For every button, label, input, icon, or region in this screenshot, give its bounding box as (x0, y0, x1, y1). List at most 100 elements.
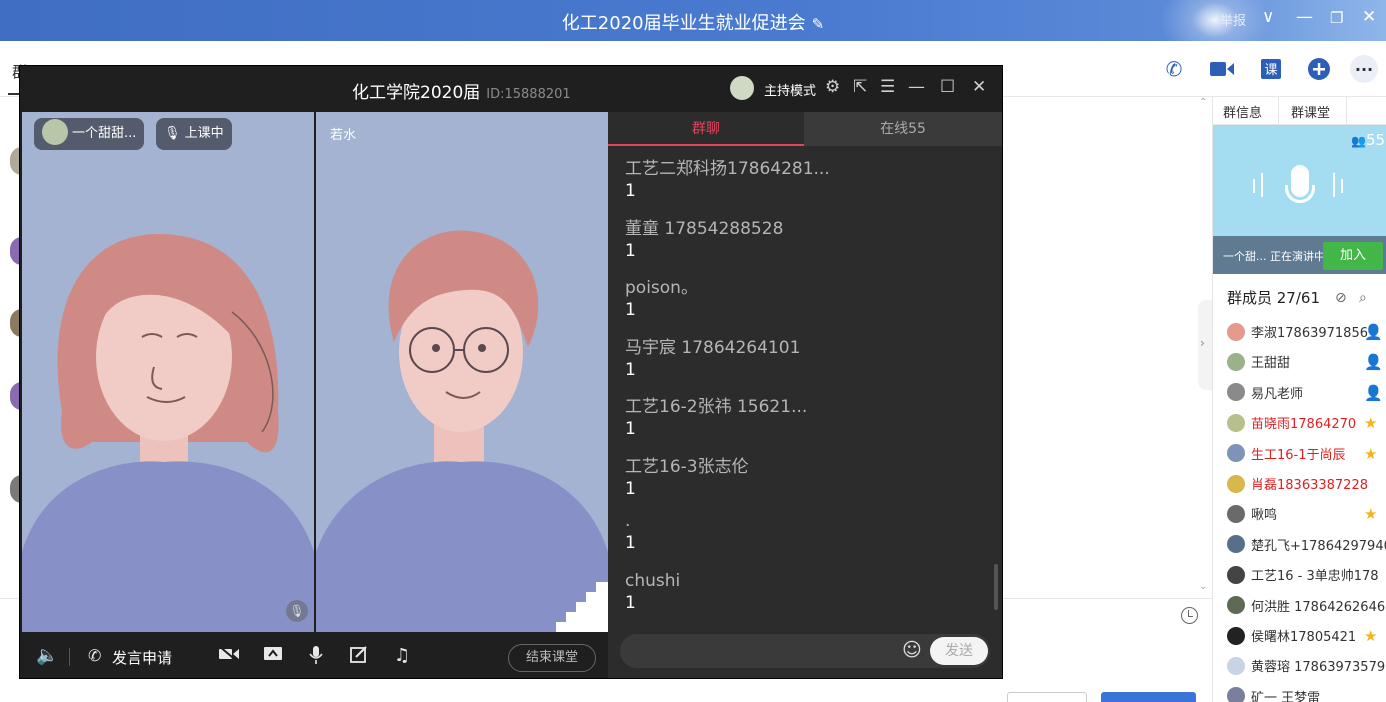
minimize-icon[interactable]: — (908, 77, 925, 97)
chat-text: 1 (625, 419, 636, 439)
member-list-item[interactable]: 黄蓉瑢 17863973579 (1227, 656, 1386, 678)
add-app-icon[interactable] (1305, 55, 1333, 83)
right-panel-tabs: 群信息 群课堂 (1213, 97, 1386, 125)
video-call-icon[interactable] (1208, 55, 1236, 83)
close-button[interactable] (1007, 692, 1087, 702)
classroom-name: 化工学院2020届 ID:15888201 (352, 78, 571, 103)
avatar (42, 119, 68, 145)
host-mode-label[interactable]: 主持模式 (764, 80, 816, 99)
presenter-name-pill: 一个甜甜... (34, 118, 145, 150)
chevron-right-icon: › (1200, 336, 1205, 350)
classroom-window: 化工学院2020届 ID:15888201 主持模式 ⚙ ⇱ ☰ — ☐ ✕ 一个… (19, 65, 1003, 679)
chat-sender: 工艺16-2张祎 15621... (625, 397, 808, 417)
classroom-chat-panel: 群聊 在线55 工艺二郑科扬17864281... 1 董童 17854288528… (608, 112, 1002, 678)
join-button[interactable]: 加入 (1323, 242, 1383, 270)
maximize-icon[interactable]: ☐ (940, 77, 955, 97)
member-list-item[interactable]: 肖磊18363387228 (1227, 474, 1386, 496)
chat-text: 1 (625, 478, 636, 499)
member-list-item[interactable]: 苗晓雨17864270 ★ (1227, 413, 1386, 435)
member-list-item[interactable]: 何洪胜 17864262646 (1227, 596, 1386, 618)
member-list-item[interactable]: 矿一 王梦雷 (1227, 687, 1386, 702)
tab-group-class[interactable]: 群课堂 (1291, 102, 1330, 121)
send-button[interactable] (1101, 692, 1196, 702)
group-id: ID:15888201 (486, 87, 571, 102)
voice-room-banner[interactable]: 👥55 (1213, 125, 1386, 236)
panel-collapse-handle[interactable]: › (1198, 300, 1212, 390)
scroll-up-icon[interactable]: ⌃ (1199, 97, 1207, 108)
avatar-illustration-woman (22, 233, 314, 632)
screen-share-icon[interactable] (263, 645, 283, 668)
chat-sender: . (625, 511, 631, 531)
member-name: 生工16-1于尚辰 (1251, 447, 1346, 463)
avatar (1227, 383, 1245, 402)
report-link[interactable]: 举报 (1220, 10, 1246, 29)
edit-pen-icon[interactable]: ✎ (812, 15, 825, 33)
member-name: 工艺16 - 3单忠帅178 (1251, 569, 1379, 585)
live-status-text: 上课中 (184, 126, 224, 141)
chat-text: 1 (625, 181, 636, 201)
speaker-volume-icon[interactable]: 🔈 (36, 645, 58, 666)
chevron-down-icon[interactable]: ∨ (1262, 7, 1274, 27)
online-count-value: 55 (1365, 131, 1386, 149)
popout-icon[interactable]: ⇱ (853, 77, 867, 97)
classroom-icon[interactable]: 课 (1257, 55, 1285, 83)
history-clock-icon[interactable] (1181, 607, 1198, 624)
tab-online[interactable]: 在线55 (804, 112, 1002, 146)
member-name: 苗晓雨17864270 (1251, 417, 1357, 433)
tab-group-chat[interactable]: 群聊 (608, 112, 804, 146)
chat-text: 1 (625, 300, 636, 320)
member-name: 矿一 王梦雷 (1251, 690, 1321, 702)
emoji-icon[interactable]: ☺ (902, 639, 922, 661)
music-note-icon[interactable]: ♫ (394, 645, 410, 666)
tab-group-info[interactable]: 群信息 (1223, 102, 1262, 121)
chat-text: 1 (625, 359, 636, 380)
star-badge-icon: ★ (1364, 444, 1378, 463)
host-avatar[interactable] (730, 76, 754, 100)
chat-input[interactable]: ☺ 发送 (620, 634, 990, 668)
star-badge-icon: ★ (1364, 627, 1378, 645)
menu-icon[interactable]: ☰ (880, 77, 895, 97)
member-list-item[interactable]: 王甜甜 👤 (1227, 352, 1386, 374)
member-name: 啾鸣 (1251, 508, 1278, 524)
chat-message-list: 工艺二郑科扬17864281... 1 董童 17854288528 1 poison。… (625, 154, 995, 630)
chat-scrollbar[interactable] (994, 564, 998, 610)
microphone-icon[interactable] (307, 645, 325, 670)
member-list-item[interactable]: 工艺16 - 3单忠帅178 (1227, 565, 1386, 587)
end-class-button[interactable]: 结束课堂 (508, 644, 596, 672)
video-tile-presenter[interactable]: 一个甜甜... 🎙 上课中 🎙 (22, 112, 314, 632)
camera-off-icon[interactable] (218, 645, 240, 668)
settings-icon[interactable]: ⚙ (825, 77, 840, 97)
chat-message: 马宇宸 17864264101 1 (625, 333, 995, 393)
member-list-item[interactable]: 易凡老师 👤 (1227, 383, 1386, 405)
member-list-item[interactable]: 侯曙林17805421 ★ (1227, 626, 1386, 648)
avatar (1227, 687, 1245, 702)
video-tile-participant[interactable]: 若水 (316, 112, 608, 632)
sound-wave-icon (1341, 179, 1343, 193)
member-list-item[interactable]: 楚孔飞+17864297940 (1227, 535, 1386, 557)
member-list-item[interactable]: 啾鸣 ★ (1227, 504, 1386, 526)
phone-icon[interactable]: ✆ (1160, 55, 1188, 83)
speaking-status-row: 一个甜... 正在演讲中 加入 (1213, 236, 1386, 274)
online-count: 👥55 (1351, 131, 1385, 149)
chat-message: 董童 17854288528 1 (625, 214, 995, 274)
close-icon[interactable]: ✕ (972, 77, 986, 97)
sound-wave-icon (1261, 173, 1263, 197)
avatar (1227, 322, 1245, 341)
minimize-icon[interactable]: — (1296, 7, 1313, 27)
send-button[interactable]: 发送 (930, 637, 988, 665)
hide-eye-icon[interactable]: ⊘ (1335, 290, 1347, 306)
restore-icon[interactable]: ❐ (1330, 9, 1343, 27)
member-list-item[interactable]: 李淑17863971856 👤 (1227, 322, 1386, 344)
search-icon[interactable]: ⌕ (1359, 290, 1367, 306)
chat-message: .1 (625, 511, 995, 571)
apply-speak-button[interactable]: 发言申请 (112, 647, 172, 668)
more-icon[interactable]: ··· (1350, 55, 1378, 83)
sound-wave-icon (1253, 179, 1255, 193)
member-name: 楚孔飞+17864297940 (1251, 538, 1386, 554)
scroll-down-icon[interactable]: ⌄ (1199, 581, 1207, 592)
avatar-illustration-man (316, 230, 608, 632)
whiteboard-edit-icon[interactable] (350, 645, 368, 668)
member-list-item[interactable]: 生工16-1于尚辰 ★ (1227, 444, 1386, 466)
close-icon[interactable]: ✕ (1362, 7, 1376, 27)
role-badge-icon: 👤 (1364, 323, 1383, 341)
